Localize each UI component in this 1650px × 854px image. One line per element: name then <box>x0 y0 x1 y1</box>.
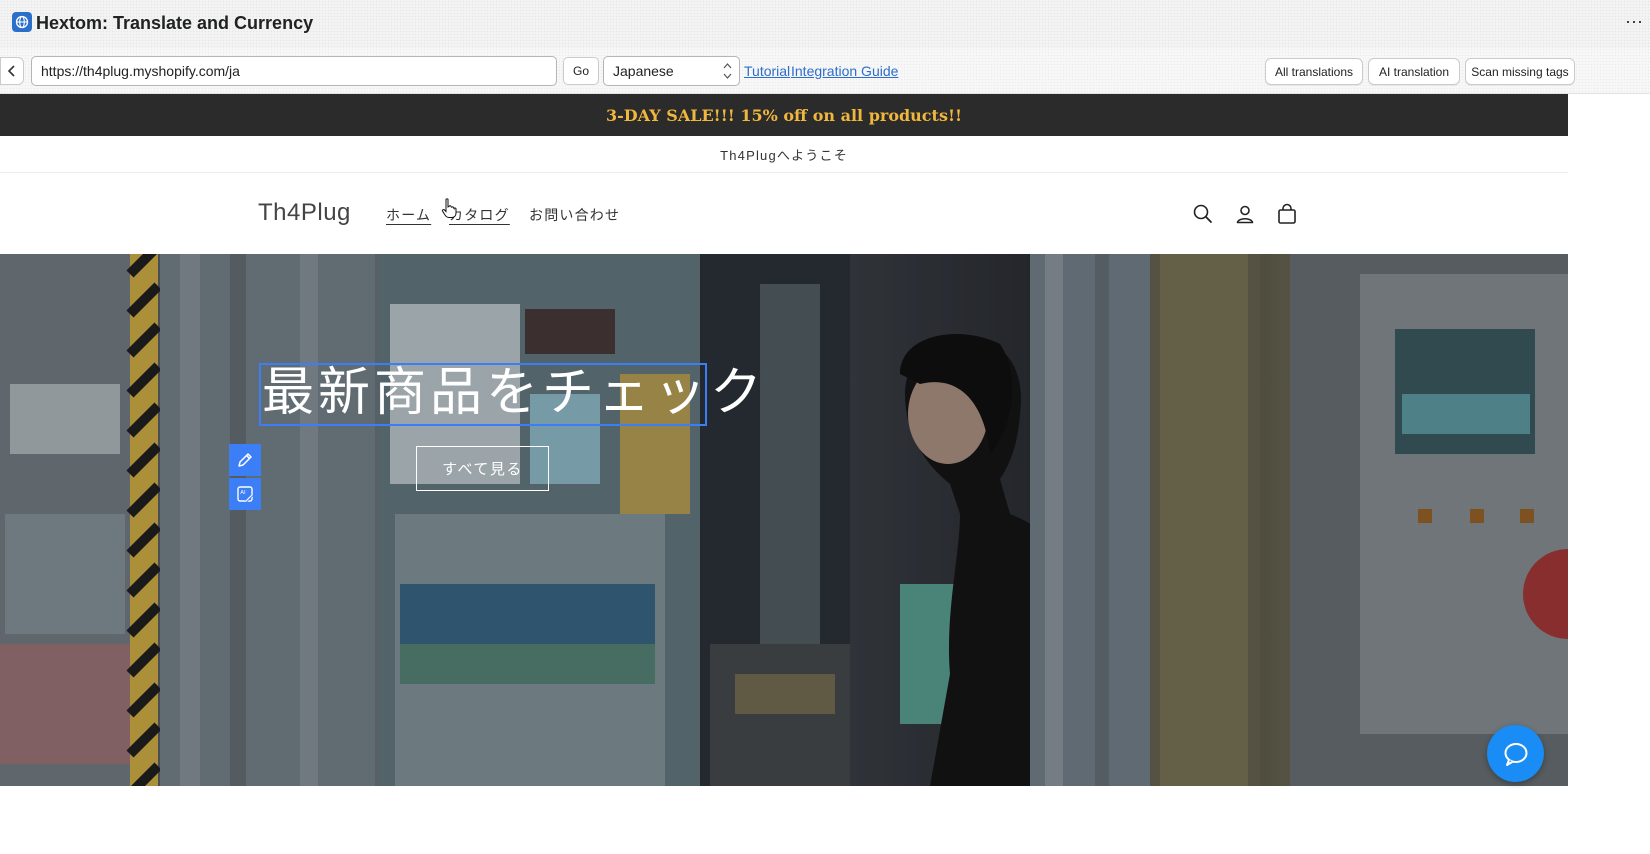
search-icon[interactable] <box>1191 202 1215 226</box>
hero-overlay <box>0 254 1568 786</box>
ai-translation-button[interactable]: AI translation <box>1368 58 1460 85</box>
welcome-bar: Th4Plugへようこそ <box>0 136 1568 173</box>
announcement-bar: 3-DAY SALE!!! 15% off on all products!! <box>0 94 1568 136</box>
account-icon[interactable] <box>1233 202 1257 226</box>
translation-toolbar: Go Japanese Tutorial Integration Guide A… <box>0 48 1650 94</box>
ai-translate-icon: AI <box>237 486 254 503</box>
app-title: Hextom: Translate and Currency <box>36 13 314 33</box>
nav-item-catalog[interactable]: カタログ <box>449 205 510 225</box>
all-translations-button[interactable]: All translations <box>1265 58 1363 85</box>
select-arrows-icon <box>723 60 732 84</box>
chevron-left-icon <box>7 65 15 77</box>
svg-text:AI: AI <box>240 490 246 496</box>
url-input[interactable] <box>31 56 557 86</box>
store-preview-frame: 3-DAY SALE!!! 15% off on all products!! … <box>0 94 1568 786</box>
globe-icon <box>12 12 32 32</box>
language-select[interactable]: Japanese <box>603 56 740 86</box>
pencil-edit-button[interactable] <box>229 444 261 476</box>
nav-item-contact[interactable]: お問い合わせ <box>529 205 620 225</box>
integration-guide-link[interactable]: Integration Guide <box>791 63 898 79</box>
tutorial-link[interactable]: Tutorial <box>744 63 790 79</box>
page-bottom-strip <box>0 786 1650 854</box>
store-header: Th4Plug ホーム カタログ お問い合わせ <box>0 173 1568 254</box>
store-logo[interactable]: Th4Plug <box>258 199 351 227</box>
hand-cursor-icon <box>441 198 457 218</box>
nav-item-home[interactable]: ホーム <box>386 205 431 225</box>
pencil-icon <box>238 453 252 467</box>
chat-widget-button[interactable] <box>1487 725 1544 782</box>
language-select-value: Japanese <box>613 63 674 79</box>
title-bar: Hextom: Translate and Currency ⋯ <box>0 0 1650 48</box>
back-button[interactable] <box>0 57 24 85</box>
hero-banner <box>0 254 1568 786</box>
chat-icon <box>1504 742 1527 766</box>
more-options-icon[interactable]: ⋯ <box>1625 12 1644 32</box>
ai-translate-button[interactable]: AI <box>229 478 261 510</box>
view-all-button[interactable]: すべて見る <box>416 446 549 491</box>
scan-missing-tags-button[interactable]: Scan missing tags <box>1465 58 1575 85</box>
hero-heading[interactable]: 最新商品をチェック <box>262 360 766 426</box>
go-button[interactable]: Go <box>563 57 599 85</box>
cart-icon[interactable] <box>1275 202 1299 226</box>
